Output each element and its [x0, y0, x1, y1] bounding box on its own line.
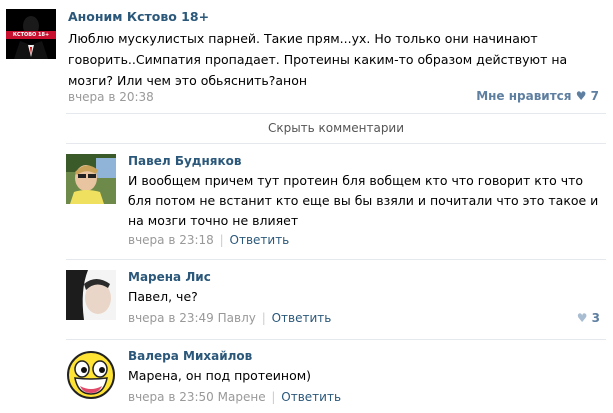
comment-meta: вчера в 23:49 Павлу | Ответить: [128, 311, 331, 325]
comment-like-button[interactable]: ♥ 3: [577, 311, 600, 325]
post-author-link[interactable]: Аноним Кстово 18+: [68, 9, 209, 24]
user-photo-icon: [66, 270, 116, 320]
comment-avatar[interactable]: [66, 350, 116, 400]
comment-avatar[interactable]: [66, 154, 116, 204]
comment-text: Павел, че?: [128, 289, 198, 304]
meta-separator: |: [261, 311, 266, 325]
comment-date[interactable]: вчера в 23:18: [128, 233, 214, 247]
comment: Павел Будняков И вообщем причем тут прот…: [66, 143, 606, 258]
comment-meta: вчера в 23:18 | Ответить: [128, 233, 289, 247]
like-button[interactable]: Мне нравится ♥ 7: [476, 89, 599, 103]
comment-author-link[interactable]: Павел Будняков: [128, 154, 241, 168]
meta-separator: |: [219, 233, 224, 247]
user-photo-icon: [66, 154, 116, 204]
meta-separator: |: [271, 390, 276, 404]
reply-to-name[interactable]: Павлу: [218, 311, 256, 325]
like-count: 7: [590, 89, 599, 103]
post-date[interactable]: вчера в 20:38: [68, 90, 154, 104]
divider: [66, 339, 606, 340]
comment-date[interactable]: вчера в 23:49: [128, 311, 214, 325]
divider: [66, 143, 606, 144]
like-label: Мне нравится: [476, 89, 572, 103]
post-text: Люблю мускулистых парней. Такие прям...у…: [68, 31, 568, 88]
reply-button[interactable]: Ответить: [281, 390, 341, 404]
comment-author-link[interactable]: Валера Михайлов: [128, 349, 252, 363]
reply-button[interactable]: Ответить: [230, 233, 290, 247]
reply-button[interactable]: Ответить: [272, 311, 332, 325]
divider: [66, 259, 606, 260]
avatar-label: КСТОВО 18+: [12, 32, 50, 38]
comment-meta: вчера в 23:50 Марене | Ответить: [128, 390, 341, 404]
heart-icon: ♥: [575, 89, 587, 103]
comment-date[interactable]: вчера в 23:50: [128, 390, 214, 404]
post-avatar[interactable]: КСТОВО 18+: [6, 9, 56, 59]
reply-to-name[interactable]: Марене: [218, 390, 266, 404]
comment-text: Марена, он под протеином): [128, 368, 312, 383]
hide-comments-link[interactable]: Скрыть комментарии: [66, 118, 606, 138]
divider: [66, 113, 606, 114]
comment-text: И вообщем причем тут протеин бля вобщем …: [128, 173, 599, 228]
heart-icon: ♥: [576, 311, 588, 325]
awesome-face-icon: [67, 351, 115, 399]
comment-like-count: 3: [591, 311, 600, 325]
comment-author-link[interactable]: Марена Лис: [128, 270, 211, 284]
comment-avatar[interactable]: [66, 270, 116, 320]
wall-post: КСТОВО 18+ Аноним Кстово 18+ Люблю муску…: [0, 0, 613, 116]
comment: Марена Лис Павел, че? вчера в 23:49 Павл…: [66, 259, 606, 339]
comment: Валера Михайлов Марена, он под протеином…: [66, 339, 606, 413]
